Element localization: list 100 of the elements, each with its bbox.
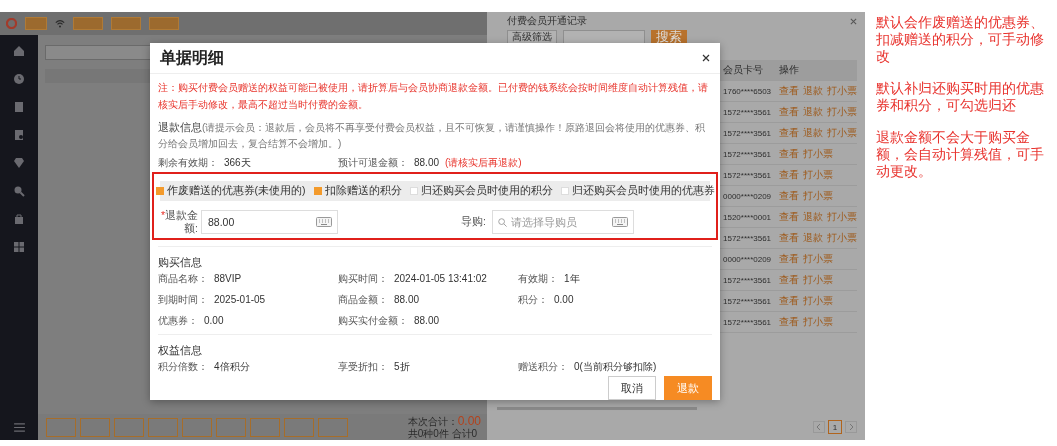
toolbar-button[interactable]	[111, 17, 141, 30]
table-cell-text: 1760****6503	[723, 86, 773, 96]
field-label: 享受折扣：	[338, 360, 388, 374]
chevron-right-icon[interactable]	[845, 421, 857, 433]
field-value: 5折	[394, 360, 410, 374]
warning-notice: 注：购买付费会员赠送的权益可能已被使用，请折算后与会员协商退款金额。已付费的钱系统会按时间维度自动计算残值，请核实后手动修改，最高不超过当时付费的金额。	[158, 81, 709, 112]
action-link[interactable]: 查看	[779, 294, 799, 308]
table-cell-text: 0000****0209	[723, 191, 773, 201]
table-cell-text: 1572****3561	[723, 275, 773, 285]
checkbox[interactable]	[313, 187, 322, 195]
field-label: 预计可退金额：	[338, 156, 408, 170]
field-label: 积分倍数：	[158, 360, 208, 374]
shortcut-button[interactable]	[318, 417, 348, 437]
chevron-left-icon[interactable]	[813, 421, 825, 433]
action-link[interactable]: 打小票	[803, 189, 833, 203]
refund-note: (请核实后再退款)	[445, 156, 522, 170]
table-cell-text: 1572****3561	[723, 128, 773, 138]
action-link[interactable]: 打小票	[827, 84, 857, 98]
action-link[interactable]: 查看	[779, 189, 799, 203]
field-value: 366天	[224, 156, 251, 170]
shortcut-button[interactable]	[284, 417, 314, 437]
action-link[interactable]: 打小票	[827, 210, 857, 224]
menu-icon[interactable]	[13, 423, 25, 432]
action-link[interactable]: 退款	[803, 84, 823, 98]
bag-icon[interactable]	[13, 213, 25, 225]
action-link[interactable]: 打小票	[803, 294, 833, 308]
action-link[interactable]: 打小票	[803, 147, 833, 161]
search-icon[interactable]	[13, 185, 25, 197]
action-link[interactable]: 打小票	[803, 273, 833, 287]
field-label: 购买实付金额：	[338, 314, 408, 328]
action-link[interactable]: 查看	[779, 231, 799, 245]
shortcut-button[interactable]	[148, 417, 178, 437]
action-link[interactable]: 退款	[803, 126, 823, 140]
field-value: 4倍积分	[214, 360, 250, 374]
search-field[interactable]	[45, 45, 151, 60]
field-value: 88.00	[414, 156, 440, 170]
document-icon[interactable]	[13, 101, 25, 113]
shortcut-button[interactable]	[114, 417, 144, 437]
action-link[interactable]: 查看	[779, 273, 799, 287]
action-link[interactable]: 打小票	[827, 231, 857, 245]
dialog-title: 单据明细	[160, 47, 224, 68]
checkbox[interactable]	[409, 187, 418, 195]
action-link[interactable]: 打小票	[827, 126, 857, 140]
section-heading: 权益信息	[158, 343, 203, 357]
field-label: 积分：	[518, 293, 548, 307]
field-label: 商品名称：	[158, 272, 208, 286]
action-link[interactable]: 查看	[779, 210, 799, 224]
keyboard-icon[interactable]	[316, 217, 332, 227]
clock-icon[interactable]	[13, 73, 25, 85]
shortcut-button[interactable]	[182, 417, 212, 437]
checkbox[interactable]	[155, 187, 164, 195]
column-header: 会员卡号	[723, 63, 764, 77]
table-cell-text: 1572****3561	[723, 149, 773, 159]
field-label: 商品金额：	[338, 293, 388, 307]
shortcut-button[interactable]	[46, 417, 76, 437]
table-cell-text: 1572****3561	[723, 296, 773, 306]
filter-button[interactable]: 高级筛选	[507, 30, 557, 44]
action-link[interactable]: 打小票	[803, 315, 833, 329]
search-button[interactable]: 搜索	[651, 30, 687, 44]
page-button[interactable]: 1	[828, 420, 842, 434]
close-icon[interactable]	[702, 54, 710, 62]
checkbox[interactable]	[560, 187, 569, 195]
field-value: 0.00	[204, 314, 224, 328]
action-link[interactable]: 查看	[779, 147, 799, 161]
action-link[interactable]: 退款	[803, 231, 823, 245]
grid-icon[interactable]	[13, 241, 25, 253]
document-icon[interactable]	[13, 129, 25, 141]
amount-field[interactable]: 88.00	[201, 210, 338, 234]
cancel-button[interactable]: 取消	[608, 376, 656, 400]
action-link[interactable]: 查看	[779, 252, 799, 266]
table-cell-text: 1572****3561	[723, 233, 773, 243]
toolbar-button[interactable]	[149, 17, 179, 30]
action-link[interactable]: 查看	[779, 105, 799, 119]
action-link[interactable]: 查看	[779, 168, 799, 182]
home-icon[interactable]	[13, 45, 25, 57]
shortcut-button[interactable]	[216, 417, 246, 437]
action-link[interactable]: 查看	[779, 315, 799, 329]
diamond-icon[interactable]	[13, 157, 25, 169]
action-link[interactable]: 打小票	[827, 105, 857, 119]
field-value: 88VIP	[214, 272, 242, 286]
refund-button[interactable]: 退款	[664, 376, 712, 400]
toolbar-button[interactable]	[73, 17, 103, 30]
shortcut-button[interactable]	[80, 417, 110, 437]
action-link[interactable]: 退款	[803, 210, 823, 224]
salesperson-field[interactable]: 请选择导购员	[492, 210, 634, 234]
keyboard-icon[interactable]	[612, 217, 628, 227]
shortcut-button[interactable]	[250, 417, 280, 437]
field-label: 优惠券：	[158, 314, 198, 328]
search-field[interactable]	[563, 30, 645, 44]
field-label: 赠送积分：	[518, 360, 568, 374]
action-link[interactable]: 退款	[803, 105, 823, 119]
action-link[interactable]: 打小票	[803, 168, 833, 182]
required-mark: *	[160, 209, 165, 221]
refund-info-text: 退款信息(请提示会员：退款后，会员将不再享受付费会员权益，且不可恢复，请谨慎操作！原路退回会将使用的优惠券、积分给会员增加回去，复合结算不会增加。)	[158, 120, 707, 151]
action-link[interactable]: 查看	[779, 126, 799, 140]
total-amount: 0.00	[457, 414, 481, 427]
column-header: 操作	[779, 63, 800, 77]
action-link[interactable]: 查看	[779, 84, 799, 98]
action-link[interactable]: 打小票	[803, 252, 833, 266]
field-value: 88.00	[414, 314, 440, 328]
